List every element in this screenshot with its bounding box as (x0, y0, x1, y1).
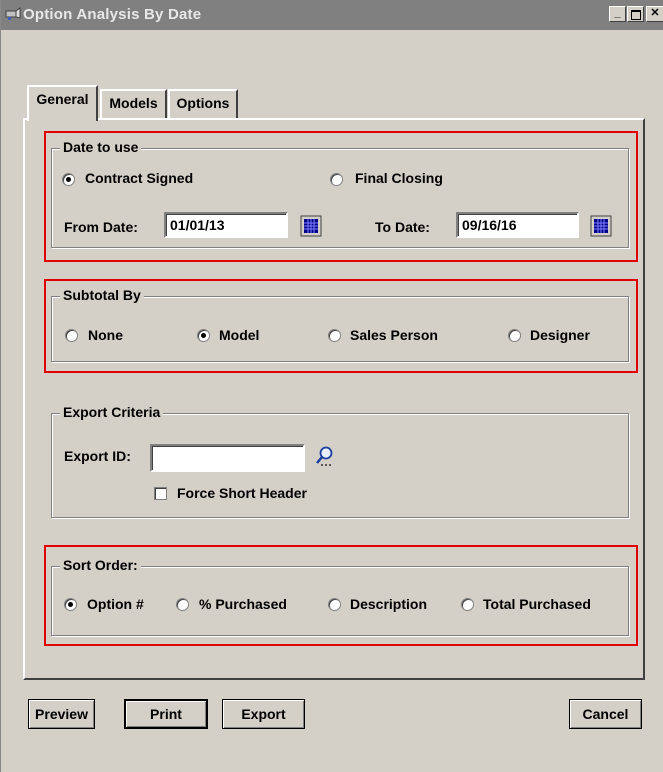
tab-general[interactable]: General (27, 85, 98, 121)
export-button[interactable]: Export (222, 699, 305, 729)
sort-percent-purchased-radio[interactable] (176, 598, 189, 611)
sort-description-radio[interactable] (328, 598, 341, 611)
app-icon (5, 6, 21, 27)
export-criteria-legend: Export Criteria (60, 404, 164, 420)
subtotal-by-legend: Subtotal By (60, 287, 144, 303)
subtotal-designer-label[interactable]: Designer (530, 327, 590, 343)
final-closing-radio[interactable] (330, 173, 343, 186)
force-short-header-checkbox[interactable] (154, 487, 167, 500)
maximize-button[interactable] (627, 6, 644, 22)
export-id-field[interactable] (150, 444, 305, 472)
preview-button[interactable]: Preview (28, 699, 95, 729)
subtotal-sales-person-radio[interactable] (328, 329, 341, 342)
tab-models[interactable]: Models (100, 89, 167, 119)
subtotal-model-label[interactable]: Model (219, 327, 259, 343)
sort-option-number-label[interactable]: Option # (87, 596, 144, 612)
to-date-label: To Date: (375, 219, 430, 235)
final-closing-label[interactable]: Final Closing (355, 170, 443, 186)
maximize-icon (630, 10, 641, 20)
to-date-field[interactable]: 09/16/16 (456, 212, 579, 238)
to-date-calendar-icon[interactable] (590, 215, 612, 237)
from-date-field[interactable]: 01/01/13 (164, 212, 288, 238)
sort-total-purchased-radio[interactable] (461, 598, 474, 611)
date-to-use-legend: Date to use (60, 139, 142, 155)
subtotal-sales-person-label[interactable]: Sales Person (350, 327, 438, 343)
sort-order-legend: Sort Order: (60, 557, 141, 573)
dialog-window: Option Analysis By Date _ ✕ General Mode… (0, 0, 663, 772)
force-short-header-label[interactable]: Force Short Header (177, 485, 307, 501)
from-date-calendar-icon[interactable] (300, 215, 322, 237)
sort-description-label[interactable]: Description (350, 596, 427, 612)
export-id-label: Export ID: (64, 448, 131, 464)
sort-total-purchased-label[interactable]: Total Purchased (483, 596, 591, 612)
print-button[interactable]: Print (124, 699, 208, 729)
minimize-icon: _ (614, 7, 621, 19)
sort-option-number-radio[interactable] (64, 598, 77, 611)
tab-models-label: Models (109, 95, 158, 111)
subtotal-designer-radio[interactable] (508, 329, 521, 342)
sort-percent-purchased-label[interactable]: % Purchased (199, 596, 287, 612)
window-title: Option Analysis By Date (23, 6, 202, 23)
close-icon: ✕ (650, 7, 660, 19)
minimize-button[interactable]: _ (609, 6, 626, 22)
title-bar[interactable]: Option Analysis By Date _ ✕ (1, 0, 663, 30)
contract-signed-radio[interactable] (62, 173, 75, 186)
subtotal-none-radio[interactable] (65, 329, 78, 342)
subtotal-model-radio[interactable] (197, 329, 210, 342)
subtotal-none-label[interactable]: None (88, 327, 123, 343)
search-lookup-icon[interactable] (314, 445, 336, 467)
tab-general-label: General (36, 91, 89, 107)
tab-options[interactable]: Options (168, 89, 238, 119)
export-criteria-group: Export Criteria (51, 404, 629, 518)
close-button[interactable]: ✕ (646, 6, 663, 22)
contract-signed-label[interactable]: Contract Signed (85, 170, 193, 186)
tab-options-label: Options (176, 95, 230, 111)
cancel-button[interactable]: Cancel (569, 699, 642, 729)
from-date-label: From Date: (64, 219, 138, 235)
